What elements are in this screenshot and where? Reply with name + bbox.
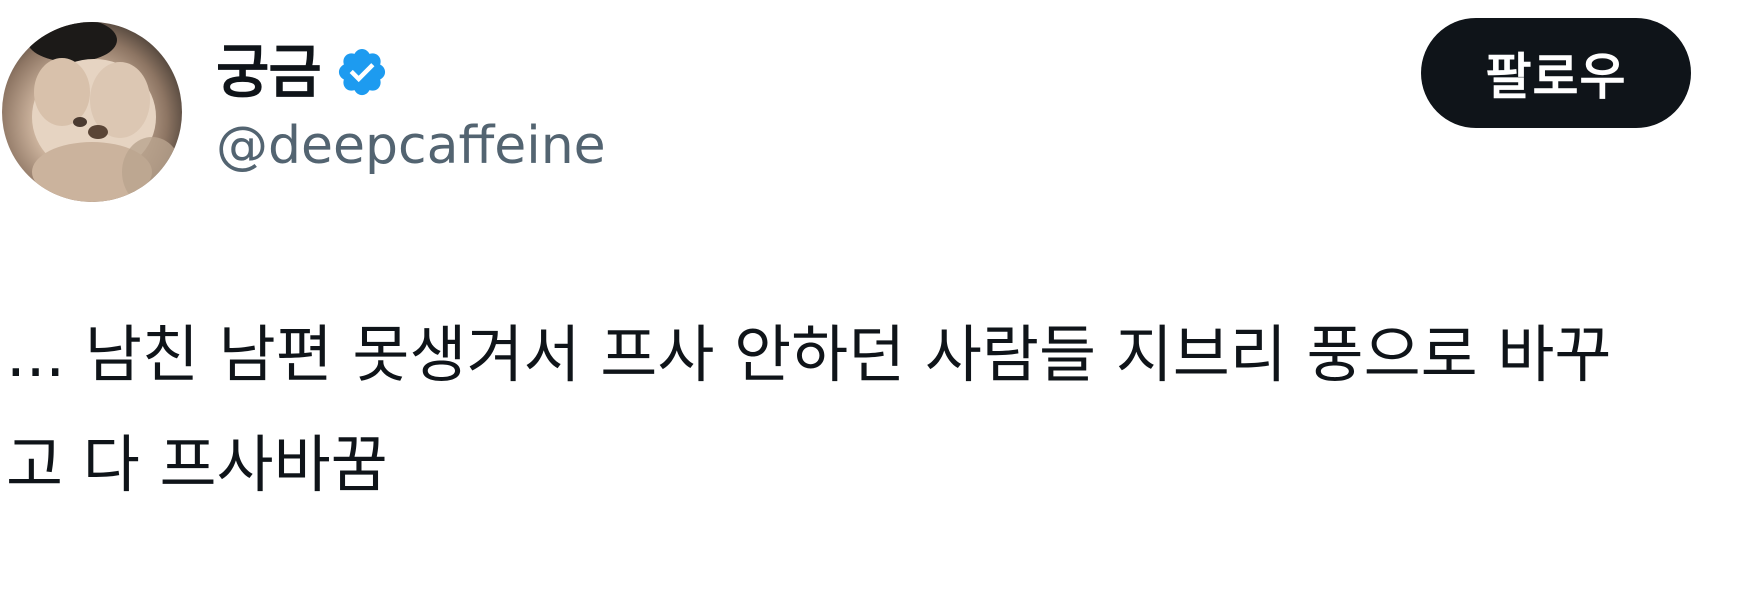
tweet-text: ... 남친 남편 못생겨서 프사 안하던 사람들 지브리 풍으로 바꾸 고 다… xyxy=(6,300,1706,520)
user-info: 궁금 @deepcaffeine xyxy=(216,34,606,178)
tweet-text-line-2: 고 다 프사바꿈 xyxy=(6,428,388,501)
user-handle[interactable]: @deepcaffeine xyxy=(216,114,606,178)
tweet-text-line-1: ... 남친 남편 못생겨서 프사 안하던 사람들 지브리 풍으로 바꾸 xyxy=(6,318,1612,391)
name-row: 궁금 xyxy=(216,34,606,110)
verified-badge-icon xyxy=(335,45,389,99)
avatar[interactable] xyxy=(2,22,182,202)
display-name[interactable]: 궁금 xyxy=(216,34,322,110)
follow-button[interactable]: 팔로우 xyxy=(1421,18,1691,128)
tweet-card: 궁금 @deepcaffeine 팔로우 ... 남친 남편 못생겨서 프사 안… xyxy=(0,0,1753,595)
dog-avatar-icon xyxy=(27,22,182,202)
